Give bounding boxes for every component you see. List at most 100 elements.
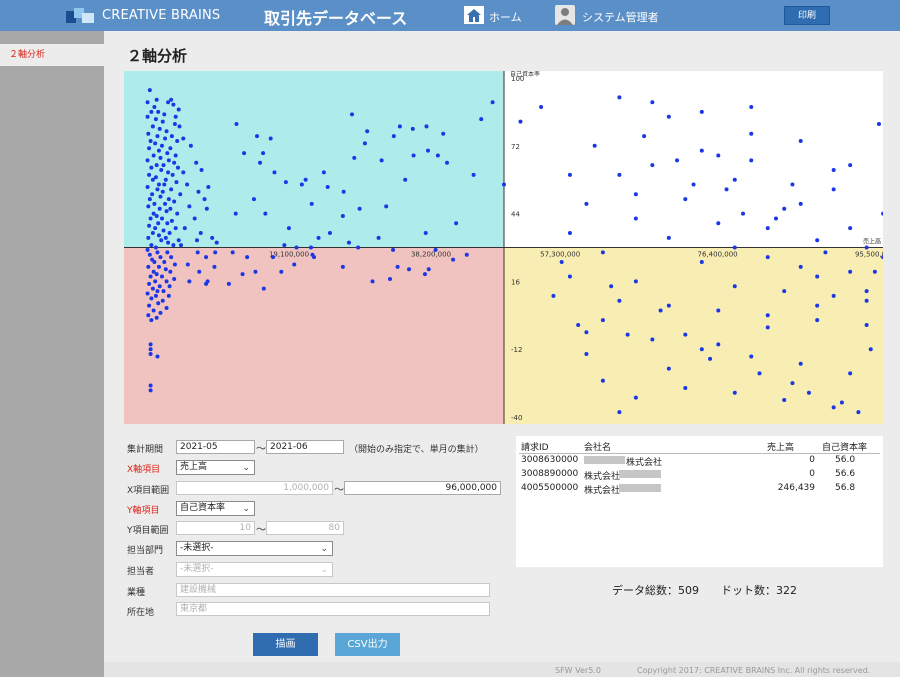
- scatter-point: [172, 160, 177, 165]
- csv-export-button[interactable]: CSV出力: [335, 633, 400, 656]
- scatter-point: [181, 136, 186, 141]
- sidebar: ２軸分析: [0, 31, 104, 677]
- cell-company: 株式会社: [584, 486, 621, 496]
- scatter-point: [749, 354, 754, 359]
- scatter-point: [551, 293, 556, 298]
- scatter-point: [152, 201, 157, 206]
- period-from-input[interactable]: 2021-05: [176, 440, 255, 454]
- scatter-point: [806, 390, 811, 395]
- scatter-point: [423, 230, 428, 235]
- draw-button[interactable]: 描画: [253, 633, 318, 656]
- scatter-point: [154, 315, 159, 320]
- scatter-point: [147, 197, 152, 202]
- scatter-point: [272, 170, 277, 175]
- result-table: 請求ID 会社名 売上高 自己資本率 3008630000 株式会社 0 56.…: [516, 436, 883, 567]
- chevron-down-icon: ⌄: [320, 544, 328, 554]
- scatter-point: [153, 117, 158, 122]
- scatter-point: [283, 180, 288, 185]
- scatter-point: [153, 279, 158, 284]
- scatter-point: [325, 184, 330, 189]
- scatter-point: [154, 272, 159, 277]
- scatter-point: [433, 247, 438, 252]
- scatter-point: [187, 204, 192, 209]
- scatter-point: [160, 143, 164, 148]
- scatter-point: [625, 332, 630, 337]
- cell-ratio: 56.0: [835, 455, 856, 465]
- column-header-sales: 売上高: [767, 443, 795, 453]
- scatter-point: [194, 238, 199, 243]
- scatter-point: [864, 289, 869, 294]
- scatter-point: [757, 371, 762, 376]
- app-header: CREATIVE BRAINS 取引先データベース ホーム システム管理者 印刷: [0, 0, 900, 31]
- person-select[interactable]: -未選択- ⌄: [176, 562, 333, 577]
- scatter-point: [155, 134, 160, 139]
- scatter-point: [567, 172, 572, 177]
- y-range-to-input[interactable]: 80: [266, 521, 344, 535]
- scatter-point: [156, 221, 161, 226]
- quadrant-top-right: [504, 71, 883, 248]
- scatter-point: [356, 245, 361, 250]
- scatter-point: [699, 148, 704, 153]
- scatter-point: [176, 107, 181, 112]
- scatter-point: [150, 124, 155, 129]
- home-link[interactable]: ホーム: [489, 9, 522, 25]
- scatter-point: [815, 318, 820, 323]
- scatter-point: [411, 153, 416, 158]
- scatter-point: [175, 211, 180, 216]
- scatter-point: [316, 235, 321, 240]
- scatter-point: [163, 267, 168, 272]
- scatter-point: [158, 255, 163, 260]
- scatter-point: [666, 235, 671, 240]
- x-range-from-input[interactable]: 1,000,000: [176, 481, 333, 495]
- redacted-mask: [619, 470, 661, 478]
- scatter-point: [539, 105, 544, 110]
- dept-select[interactable]: -未選択- ⌄: [176, 541, 333, 556]
- scatter-point: [233, 211, 238, 216]
- scatter-point: [187, 279, 192, 284]
- user-name[interactable]: システム管理者: [582, 9, 659, 25]
- period-to-input[interactable]: 2021-06: [266, 440, 344, 454]
- scatter-point: [160, 119, 165, 124]
- chevron-down-icon: ⌄: [242, 504, 250, 514]
- scatter-point: [147, 172, 152, 177]
- home-icon[interactable]: [464, 6, 484, 24]
- scatter-point: [650, 100, 655, 105]
- location-input[interactable]: 東京都: [176, 602, 490, 616]
- scatter-point: [188, 143, 193, 148]
- scatter-point: [151, 153, 156, 158]
- scatter-point: [147, 281, 152, 286]
- period-note: （開始のみ指定で、単月の集計）: [349, 445, 484, 455]
- scatter-point: [699, 347, 704, 352]
- creative-brains-logo: [66, 8, 94, 23]
- scatter-point: [168, 269, 173, 274]
- redacted-mask: [619, 484, 661, 492]
- scatter-point: [666, 303, 671, 308]
- cell-sales: 0: [809, 469, 815, 479]
- scatter-point: [286, 226, 291, 231]
- y-range-from-input[interactable]: 10: [176, 521, 255, 535]
- scatter-point: [158, 194, 163, 199]
- scatter-point: [864, 298, 869, 303]
- scatter-point: [292, 262, 297, 267]
- print-button[interactable]: 印刷: [784, 6, 830, 25]
- scatter-point: [321, 170, 326, 175]
- user-avatar-icon[interactable]: [555, 5, 575, 25]
- scatter-point: [650, 337, 655, 342]
- industry-input[interactable]: 建設機械: [176, 583, 490, 597]
- scatter-point: [346, 240, 351, 245]
- quadrant-top-left: [124, 71, 504, 248]
- x-tick-label: 95,500,000: [855, 251, 883, 259]
- scatter-point: [388, 276, 392, 281]
- scatter-point: [161, 163, 166, 168]
- x-axis-select-value: 売上高: [180, 462, 208, 472]
- scatter-point: [160, 298, 165, 303]
- scatter-point: [341, 189, 346, 194]
- sidebar-item-two-axis-analysis[interactable]: ２軸分析: [0, 44, 104, 66]
- x-range-to-input[interactable]: 96,000,000: [344, 481, 501, 495]
- scatter-point: [839, 400, 844, 405]
- y-axis-select[interactable]: 自己資本率 ⌄: [176, 501, 255, 516]
- x-axis-select[interactable]: 売上高 ⌄: [176, 460, 255, 475]
- scatter-point: [164, 279, 169, 284]
- scatter-point: [872, 269, 877, 274]
- scatter-point: [617, 410, 622, 415]
